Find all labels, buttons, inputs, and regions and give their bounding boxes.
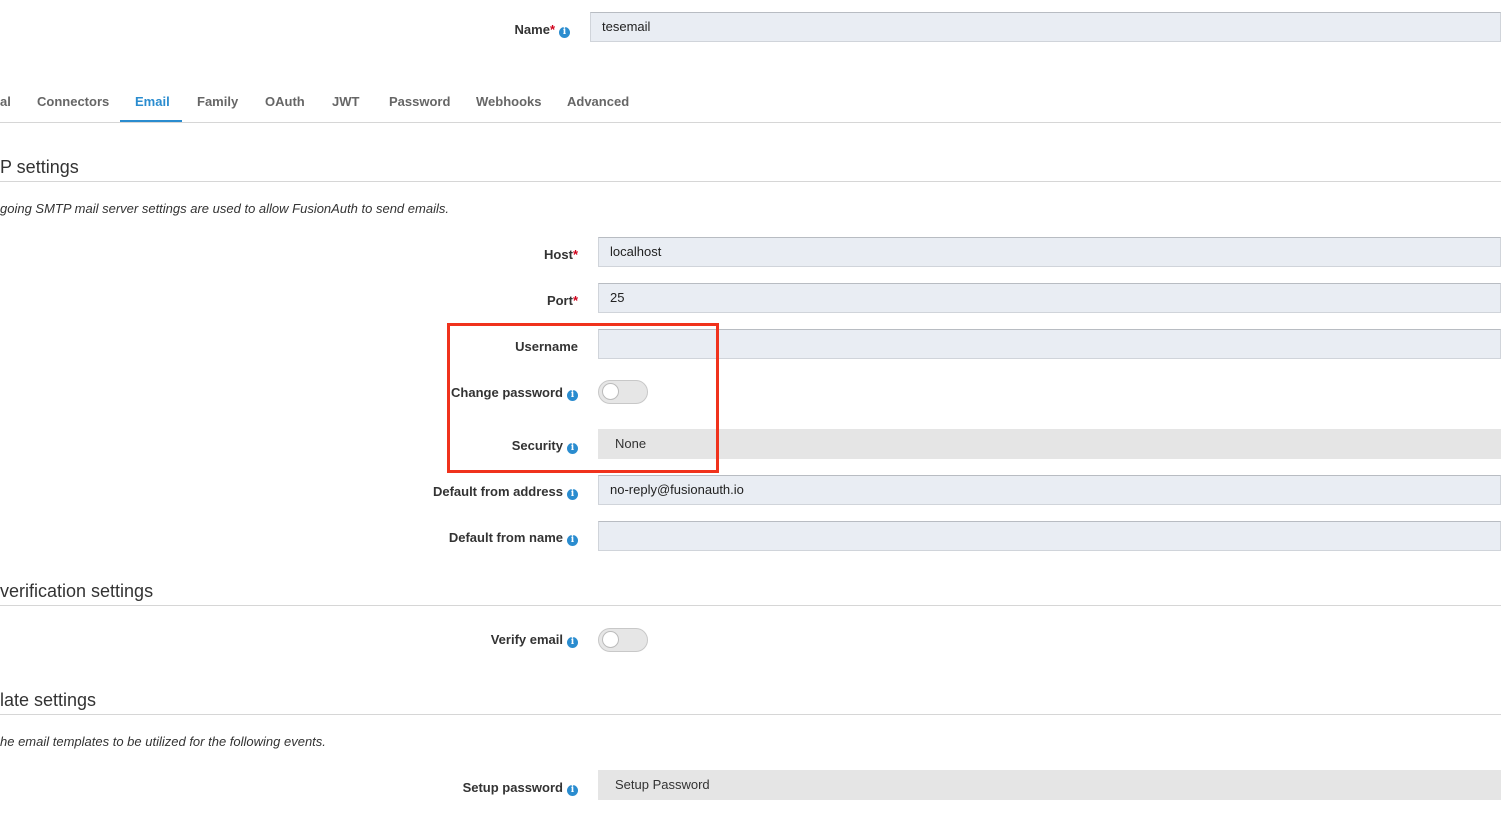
info-icon[interactable]: i	[567, 637, 578, 648]
username-input[interactable]	[598, 329, 1501, 359]
required-mark: *	[572, 293, 578, 308]
tab-oauth[interactable]: OAuth	[265, 94, 305, 109]
tab-advanced[interactable]: Advanced	[567, 94, 629, 109]
name-label: Name* i	[515, 22, 570, 38]
port-label: Port*	[546, 293, 578, 308]
host-input[interactable]: localhost	[598, 237, 1501, 267]
required-mark: *	[549, 22, 555, 37]
setup-password-select[interactable]: Setup Password	[598, 770, 1501, 800]
tab-password[interactable]: Password	[389, 94, 450, 109]
info-icon[interactable]: i	[559, 27, 570, 38]
from-name-input[interactable]	[598, 521, 1501, 551]
toggle-knob	[602, 631, 619, 648]
host-label: Host*	[544, 247, 578, 262]
template-section-title: late settings	[0, 690, 97, 710]
tab-family[interactable]: Family	[197, 94, 238, 109]
highlight-box	[447, 323, 719, 473]
smtp-section-title: P settings	[0, 157, 79, 177]
template-divider	[0, 714, 1501, 715]
name-input[interactable]: tesemail	[590, 12, 1501, 42]
from-address-label: Default from address i	[433, 484, 578, 500]
template-description: he email templates to be utilized for th…	[0, 734, 326, 749]
setup-password-label: Setup password i	[463, 780, 578, 796]
tab-webhooks[interactable]: Webhooks	[476, 94, 542, 109]
from-name-label: Default from name i	[449, 530, 578, 546]
info-icon[interactable]: i	[567, 535, 578, 546]
tab-connectors[interactable]: Connectors	[37, 94, 109, 109]
from-address-input[interactable]: no-reply@fusionauth.io	[598, 475, 1501, 505]
port-input[interactable]: 25	[598, 283, 1501, 313]
tab-email[interactable]: Email	[135, 94, 170, 109]
smtp-description: going SMTP mail server settings are used…	[0, 201, 449, 216]
smtp-divider	[0, 181, 1501, 182]
verify-email-toggle[interactable]	[598, 628, 648, 652]
security-select[interactable]: None	[598, 429, 1501, 459]
verification-divider	[0, 605, 1501, 606]
verification-section-title: verification settings	[0, 581, 154, 601]
required-mark: *	[572, 247, 578, 262]
tab-general[interactable]: al	[0, 94, 11, 109]
tab-jwt[interactable]: JWT	[332, 94, 359, 109]
info-icon[interactable]: i	[567, 489, 578, 500]
tab-divider	[0, 122, 1501, 123]
verify-email-label: Verify email i	[491, 632, 578, 648]
info-icon[interactable]: i	[567, 785, 578, 796]
